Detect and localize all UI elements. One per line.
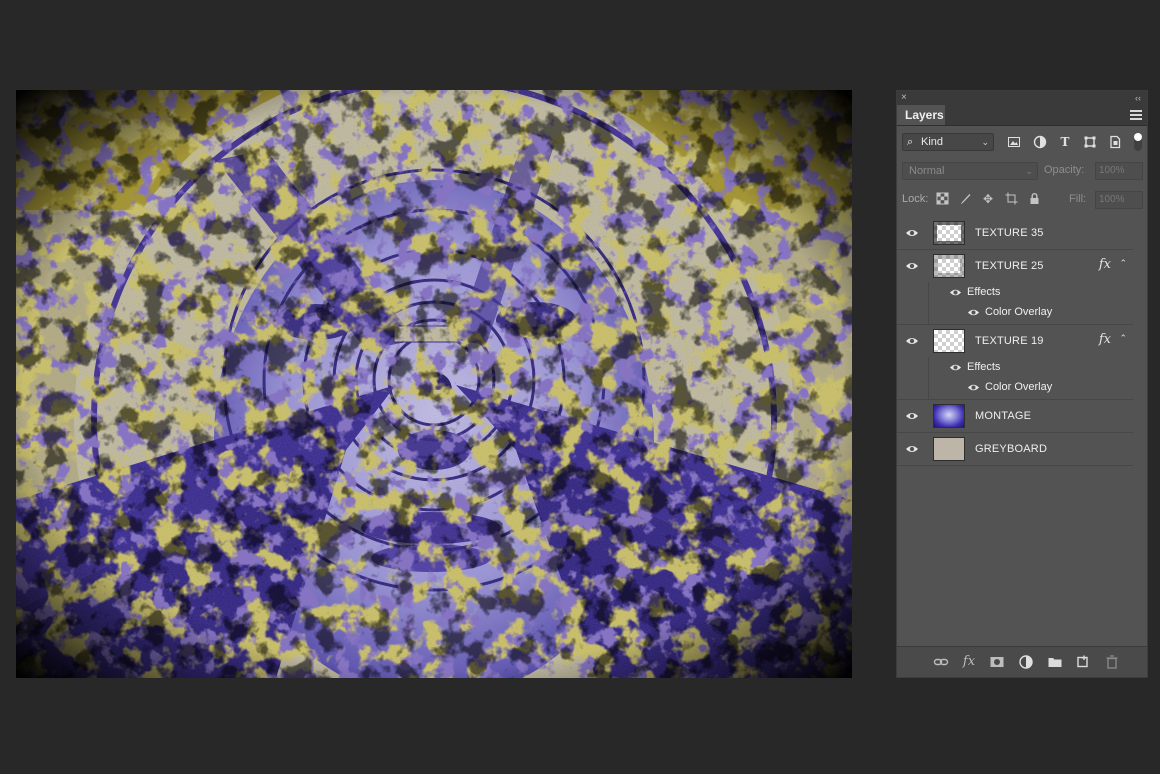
visibility-eye-icon[interactable]: [905, 226, 919, 240]
blend-mode-dropdown[interactable]: Normal ⌄: [902, 162, 1038, 180]
lock-position-icon[interactable]: ✥: [981, 192, 995, 206]
visibility-eye-icon[interactable]: [905, 409, 919, 423]
visibility-eye-icon[interactable]: [905, 334, 919, 348]
smart-object-filter-icon[interactable]: [1108, 135, 1122, 149]
fill-field[interactable]: 100%: [1095, 191, 1143, 209]
layer-filter-row: ⌕ Kind ⌄ T: [897, 131, 1147, 155]
lock-label: Lock:: [902, 193, 929, 205]
layer-thumbnail: [933, 329, 965, 353]
chevron-down-icon: ⌄: [981, 137, 989, 147]
effect-visibility-eye-icon[interactable]: [967, 381, 980, 397]
fill-label: Fill:: [1069, 193, 1087, 205]
layer-effects-fx-icon[interactable]: fx: [1099, 257, 1111, 272]
collapse-effects-caret-icon[interactable]: ⌃: [1119, 333, 1127, 344]
effects-row[interactable]: Effects: [897, 357, 1133, 377]
adjustment-layer-icon[interactable]: [1018, 654, 1034, 670]
layer-row-texture-35[interactable]: TEXTURE 35: [897, 217, 1133, 250]
effects-label: Effects: [967, 286, 1001, 298]
collapse-panel-icon[interactable]: ‹‹: [1135, 91, 1141, 105]
panel-menu-icon[interactable]: [1130, 110, 1142, 120]
lock-artboard-icon[interactable]: [1004, 192, 1018, 206]
tab-layers[interactable]: Layers: [897, 105, 945, 125]
document-canvas[interactable]: [16, 90, 852, 678]
type-filter-icon[interactable]: T: [1058, 135, 1072, 149]
layer-thumbnail: [933, 437, 965, 461]
add-style-icon[interactable]: fx: [961, 654, 977, 670]
opacity-field[interactable]: 100%: [1095, 162, 1143, 180]
layer-name: TEXTURE 35: [975, 227, 1044, 239]
effects-label: Effects: [967, 361, 1001, 373]
add-mask-icon[interactable]: [989, 654, 1005, 670]
effect-name: Color Overlay: [985, 306, 1053, 318]
layer-name: GREYBOARD: [975, 443, 1048, 455]
layer-row-texture-19[interactable]: TEXTURE 19 fx ⌃: [897, 325, 1133, 357]
lock-all-icon[interactable]: [1027, 192, 1041, 206]
adjustment-filter-icon[interactable]: [1033, 135, 1047, 149]
effects-visibility-eye-icon[interactable]: [949, 361, 962, 377]
filter-toggle-switch[interactable]: [1134, 133, 1142, 151]
collapse-effects-caret-icon[interactable]: ⌃: [1119, 258, 1127, 269]
visibility-eye-icon[interactable]: [905, 259, 919, 273]
shape-filter-icon[interactable]: [1083, 135, 1097, 149]
layer-row-texture-25[interactable]: TEXTURE 25 fx ⌃: [897, 250, 1133, 282]
layers-list: TEXTURE 35 TEXTURE 25 fx ⌃ Effects Color…: [897, 217, 1133, 466]
effect-visibility-eye-icon[interactable]: [967, 306, 980, 322]
lock-row: Lock: ✥ Fill: 100%: [897, 191, 1147, 209]
opacity-label: Opacity:: [1044, 164, 1085, 176]
lock-transparent-pixels-icon[interactable]: [935, 192, 949, 206]
search-icon: ⌕: [907, 136, 914, 148]
effect-row-color-overlay[interactable]: Color Overlay: [897, 302, 1133, 325]
effect-name: Color Overlay: [985, 381, 1053, 393]
layer-name: TEXTURE 19: [975, 335, 1044, 347]
layers-bottom-toolbar: fx: [897, 646, 1147, 677]
new-layer-icon[interactable]: [1075, 654, 1091, 670]
link-layers-icon[interactable]: [933, 654, 949, 670]
image-filter-icon[interactable]: [1007, 135, 1021, 149]
filter-kind-label: Kind: [921, 136, 944, 148]
layer-row-montage[interactable]: MONTAGE: [897, 400, 1133, 433]
visibility-eye-icon[interactable]: [905, 442, 919, 456]
close-panel-icon[interactable]: ×: [901, 91, 907, 105]
layer-thumbnail: [933, 254, 965, 278]
chevron-down-icon: ⌄: [1025, 166, 1033, 176]
delete-layer-icon[interactable]: [1104, 654, 1120, 670]
effect-row-color-overlay[interactable]: Color Overlay: [897, 377, 1133, 400]
blend-mode-row: Normal ⌄ Opacity: 100%: [897, 161, 1147, 181]
new-group-icon[interactable]: [1047, 654, 1063, 670]
panel-title-strip: × ‹‹: [897, 91, 1147, 105]
layer-thumbnail: [933, 221, 965, 245]
layer-effects-fx-icon[interactable]: fx: [1099, 332, 1111, 347]
layers-panel: × ‹‹ Layers ⌕ Kind ⌄ T Normal ⌄ Opacity:…: [896, 90, 1148, 678]
effects-visibility-eye-icon[interactable]: [949, 286, 962, 302]
blend-mode-value: Normal: [909, 165, 945, 177]
filter-kind-dropdown[interactable]: ⌕ Kind ⌄: [902, 133, 994, 151]
layer-row-greyboard[interactable]: GREYBOARD: [897, 433, 1133, 466]
layer-thumbnail: [933, 404, 965, 428]
effects-row[interactable]: Effects: [897, 282, 1133, 302]
artwork-image: [16, 90, 852, 678]
layer-name: MONTAGE: [975, 410, 1032, 422]
layer-name: TEXTURE 25: [975, 260, 1044, 272]
panel-tab-row: Layers: [897, 105, 1147, 126]
lock-image-pixels-icon[interactable]: [958, 192, 972, 206]
